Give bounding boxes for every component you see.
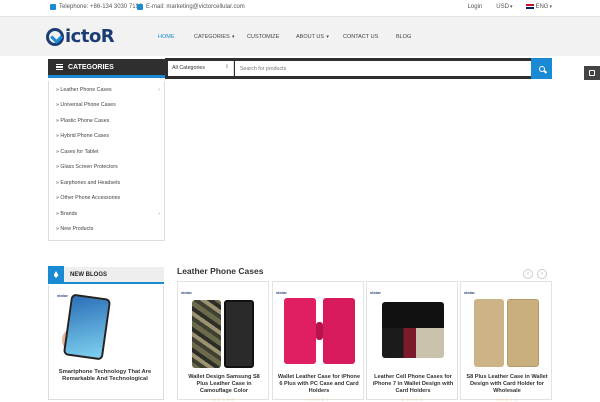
product-title[interactable]: Wallet Design Samsung S8 Plus Leather Ca…: [182, 374, 266, 395]
email-contact[interactable]: E-mail: marketing@victorcellular.com: [137, 4, 245, 10]
category-item-universal-phone-cases[interactable]: » Universal Phone Cases: [56, 102, 160, 108]
nav-categories[interactable]: CATEGORIES ▾: [194, 34, 235, 40]
product-title[interactable]: S8 Plus Leather Case in Wallet Design wi…: [465, 374, 549, 395]
product-card[interactable]: victor Wallet Design Samsung S8 Plus Lea…: [177, 281, 269, 402]
chevron-down-icon: ▾: [509, 4, 513, 10]
chevron-down-icon: ▾: [230, 34, 235, 40]
category-item-hybrid-phone-cases[interactable]: » Hybrid Phone Cases: [56, 133, 160, 139]
category-label: Hybrid Phone Cases: [60, 133, 110, 139]
category-item-earphones-and-headsets[interactable]: » Earphones and Headsets: [56, 180, 160, 186]
login-link[interactable]: Login: [468, 4, 483, 10]
carousel-prev-button[interactable]: ‹: [523, 269, 533, 279]
category-item-brands[interactable]: » Brands ›: [56, 211, 160, 217]
phone-icon: [50, 4, 56, 10]
top-bar: Telephone: +86-134 3030 7196 E-mail: mar…: [0, 0, 600, 16]
category-label: Glass Screen Protectors: [60, 164, 118, 170]
uk-flag-icon: [526, 4, 535, 9]
nav-blog[interactable]: BLOG: [396, 34, 411, 40]
category-select[interactable]: All Categories ⇕: [168, 61, 234, 76]
new-blogs-heading: NEW BLOGS: [70, 271, 107, 278]
telephone-contact: Telephone: +86-134 3030 7196: [50, 4, 142, 10]
product-logo: victor: [276, 290, 287, 295]
email-text[interactable]: E-mail: marketing@victorcellular.com: [146, 4, 245, 10]
blog-post-image[interactable]: [62, 293, 112, 361]
product-image-open: [382, 328, 444, 358]
categories-header: CATEGORIES: [48, 59, 165, 78]
chevron-down-icon: ▾: [549, 4, 552, 11]
product-image[interactable]: [382, 302, 444, 328]
product-image[interactable]: [192, 300, 221, 368]
nav-customize[interactable]: CUSTOMIZE: [247, 34, 279, 40]
chevron-right-icon[interactable]: ›: [158, 211, 160, 217]
product-image-clasp: [316, 322, 323, 340]
select-arrows-icon: ⇕: [224, 64, 229, 70]
product-title[interactable]: Wallet Leather Case for iPhone 6 Plus wi…: [277, 374, 361, 395]
product-image-back: [224, 300, 254, 368]
product-image-back: [507, 299, 539, 367]
category-label: Other Phone Accessories: [60, 195, 121, 201]
category-item-other-phone-accessories[interactable]: » Other Phone Accessories: [56, 195, 160, 201]
language-selector[interactable]: ENG▾: [526, 4, 552, 10]
panel-icon: [589, 70, 595, 76]
product-logo: victor: [464, 290, 475, 295]
category-item-new-products[interactable]: » New Products: [56, 226, 160, 232]
category-label: Universal Phone Cases: [60, 102, 116, 108]
search-button[interactable]: [531, 58, 552, 79]
new-blogs-header: NEW BLOGS: [48, 266, 164, 284]
search-icon: [538, 65, 545, 72]
currency-selector[interactable]: USD▾: [496, 4, 512, 10]
product-logo: victor: [370, 290, 381, 295]
product-image-back: [323, 298, 355, 364]
category-label: Plastic Phone Cases: [60, 118, 110, 124]
blog-logo: victor: [57, 293, 68, 298]
section-title: Leather Phone Cases: [177, 266, 264, 276]
product-image[interactable]: [474, 299, 504, 367]
search-input[interactable]: [235, 61, 531, 76]
chevron-down-icon: ▾: [325, 34, 329, 40]
product-card[interactable]: victor Leather Cell Phone Cases for iPho…: [366, 281, 458, 402]
category-label: Earphones and Headsets: [60, 180, 121, 186]
nav-about-label: ABOUT US: [296, 34, 325, 40]
category-label: Leather Phone Cases: [60, 87, 112, 93]
product-card[interactable]: victor S8 Plus Leather Case in Wallet De…: [460, 281, 552, 402]
categories-heading: CATEGORIES: [68, 63, 114, 71]
category-label: Cases for Tablet: [60, 149, 99, 155]
language-value: ENG: [535, 4, 549, 11]
product-logo: victor: [181, 290, 192, 295]
nav-contact-us[interactable]: CONTACT US: [343, 34, 378, 40]
menu-icon: [56, 64, 63, 70]
blog-post-title[interactable]: Smartphone Technology That Are Remarkabl…: [55, 369, 155, 383]
category-item-cases-for-tablet[interactable]: » Cases for Tablet: [56, 149, 160, 155]
envelope-icon: [137, 4, 143, 10]
product-card[interactable]: victor Wallet Leather Case for iPhone 6 …: [272, 281, 364, 402]
blog-icon: [48, 266, 64, 283]
victor-logo[interactable]: ictoR: [46, 26, 115, 47]
product-title[interactable]: Leather Cell Phone Cases for iPhone 7 in…: [371, 374, 455, 395]
side-toggle-tab[interactable]: [584, 66, 600, 80]
category-label: New Products: [60, 226, 94, 232]
telephone-text: Telephone: +86-134 3030 7196: [59, 4, 143, 10]
category-label: Brands: [60, 211, 78, 217]
site-header: ictoR HOME CATEGORIES ▾ CUSTOMIZE ABOUT …: [0, 16, 600, 56]
chevron-right-icon[interactable]: ›: [158, 87, 160, 93]
category-item-leather-phone-cases[interactable]: » Leather Phone Cases ›: [56, 87, 160, 93]
category-select-value: All Categories: [172, 65, 205, 71]
nav-categories-label: CATEGORIES: [194, 34, 230, 40]
currency-value: USD: [496, 4, 509, 10]
product-image[interactable]: [284, 298, 316, 364]
nav-home[interactable]: HOME: [158, 34, 175, 40]
category-item-glass-screen-protectors[interactable]: » Glass Screen Protectors: [56, 164, 160, 170]
logo-text: ictoR: [65, 26, 115, 47]
nav-about-us[interactable]: ABOUT US ▾: [296, 34, 329, 40]
category-item-plastic-phone-cases[interactable]: » Plastic Phone Cases: [56, 118, 160, 124]
carousel-next-button[interactable]: ›: [537, 269, 547, 279]
logo-mark-icon: [46, 27, 64, 46]
